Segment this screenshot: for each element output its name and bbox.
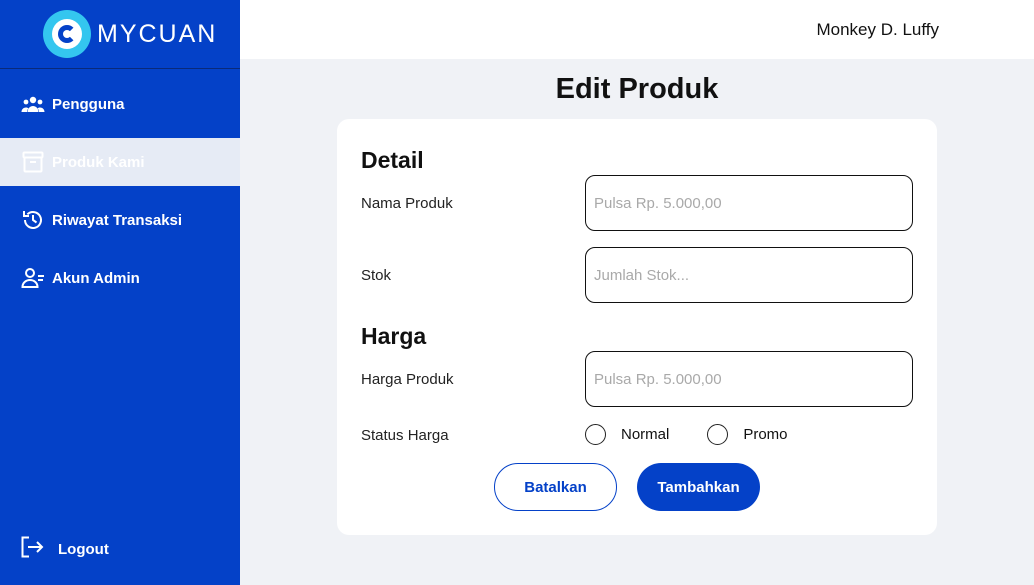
logout-button[interactable]: Logout <box>20 536 109 562</box>
radio-circle[interactable] <box>707 424 729 445</box>
users-icon <box>20 92 46 116</box>
harga-produk-input[interactable] <box>585 351 913 407</box>
sidebar-nav: Pengguna Produk Kami Riwayat Transaksi A… <box>0 80 240 302</box>
sidebar-item-riwayat-transaksi[interactable]: Riwayat Transaksi <box>0 196 240 244</box>
stok-input[interactable] <box>585 247 913 303</box>
radio-promo[interactable]: Promo <box>707 424 788 445</box>
harga-produk-label: Harga Produk <box>361 371 454 388</box>
brand-name: MYCUAN <box>97 19 218 48</box>
stok-label: Stok <box>361 267 392 284</box>
radio-normal[interactable]: Normal <box>585 424 669 445</box>
topbar: Monkey D. Luffy <box>240 0 1034 59</box>
sidebar-item-label: Produk Kami <box>52 153 145 171</box>
sidebar-item-akun-admin[interactable]: Akun Admin <box>0 254 240 302</box>
detail-section-title: Detail <box>361 147 424 173</box>
sidebar: MYCUAN Pengguna Produk Kami Riwayat Tran… <box>0 0 240 585</box>
history-icon <box>20 208 46 232</box>
logo-icon <box>43 10 91 58</box>
user-name[interactable]: Monkey D. Luffy <box>816 20 939 40</box>
status-harga-radio-group: Normal Promo <box>585 424 826 445</box>
logout-label: Logout <box>58 540 109 558</box>
nama-produk-label: Nama Produk <box>361 195 453 212</box>
nama-produk-input[interactable] <box>585 175 913 231</box>
sidebar-item-label: Akun Admin <box>52 269 140 287</box>
sidebar-item-label: Riwayat Transaksi <box>52 211 183 229</box>
cancel-button[interactable]: Batalkan <box>494 463 617 511</box>
logout-icon <box>20 536 46 562</box>
submit-button[interactable]: Tambahkan <box>637 463 760 511</box>
edit-product-form: Detail Nama Produk Stok Harga Harga Prod… <box>337 119 937 535</box>
radio-label: Promo <box>743 426 788 443</box>
radio-circle[interactable] <box>585 424 606 445</box>
page-title: Edit Produk <box>555 73 719 105</box>
archive-box-icon <box>20 150 46 174</box>
user-admin-icon <box>20 266 46 290</box>
sidebar-item-label: Pengguna <box>52 95 125 113</box>
status-harga-label: Status Harga <box>361 427 449 444</box>
sidebar-item-produk-kami[interactable]: Produk Kami <box>0 138 240 186</box>
sidebar-item-pengguna[interactable]: Pengguna <box>0 80 240 128</box>
harga-section-title: Harga <box>361 323 427 349</box>
brand: MYCUAN <box>0 0 240 69</box>
radio-label: Normal <box>621 426 670 443</box>
